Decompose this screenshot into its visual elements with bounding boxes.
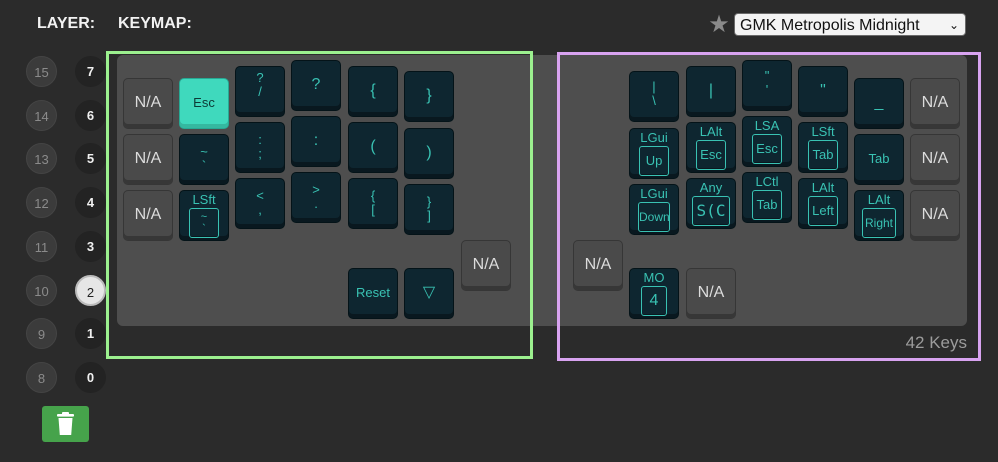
layer-button-1[interactable]: 1 xyxy=(75,318,106,349)
layer-button-15[interactable]: 15 xyxy=(26,56,57,87)
layer-button-6[interactable]: 6 xyxy=(75,100,106,131)
keymap-select-value: GMK Metropolis Midnight xyxy=(740,17,920,34)
layer-button-4[interactable]: 4 xyxy=(75,187,106,218)
delete-button[interactable] xyxy=(42,406,89,442)
layer-button-2-selected[interactable]: 2 xyxy=(75,275,106,306)
layer-button-11[interactable]: 11 xyxy=(26,231,57,262)
layer-button-8[interactable]: 8 xyxy=(26,362,57,393)
layer-button-3[interactable]: 3 xyxy=(75,231,106,262)
key-count: 42 Keys xyxy=(905,333,967,352)
chevron-down-icon: ⌄ xyxy=(948,18,959,32)
layer-button-0[interactable]: 0 xyxy=(75,362,106,393)
layer-button-5[interactable]: 5 xyxy=(75,143,106,174)
layer-button-13[interactable]: 13 xyxy=(26,143,57,174)
trash-icon xyxy=(57,412,74,435)
layer-button-12[interactable]: 12 xyxy=(26,187,57,218)
layer-button-10[interactable]: 10 xyxy=(26,275,57,306)
keymap-heading: KEYMAP: xyxy=(118,15,192,32)
layer-heading: LAYER: xyxy=(37,15,96,32)
layer-button-7[interactable]: 7 xyxy=(75,56,106,87)
star-icon[interactable]: ★ xyxy=(706,12,732,38)
layer-button-14[interactable]: 14 xyxy=(26,100,57,131)
right-half-frame xyxy=(557,52,981,361)
keymap-select[interactable]: GMK Metropolis Midnight ⌄ xyxy=(734,13,966,36)
layer-button-9[interactable]: 9 xyxy=(26,318,57,349)
left-half-frame xyxy=(106,51,533,359)
